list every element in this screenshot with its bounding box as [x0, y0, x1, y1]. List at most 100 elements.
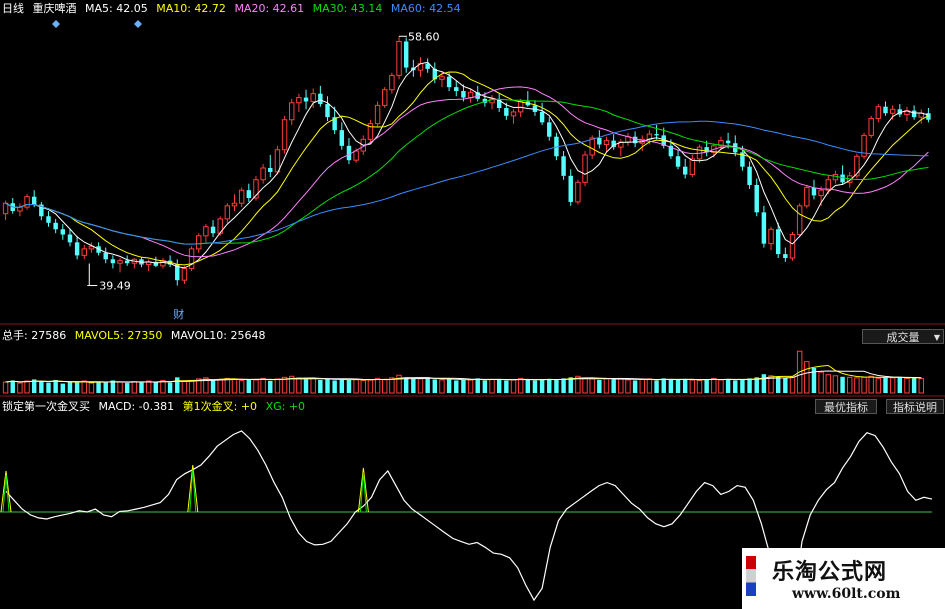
- volume-bar-down: [496, 378, 502, 393]
- candle-down: [547, 122, 552, 137]
- candle-up: [517, 100, 524, 113]
- candle-down: [246, 190, 252, 198]
- candle-down: [53, 222, 58, 230]
- volume-bar-down: [532, 380, 538, 393]
- candle-down: [60, 229, 66, 235]
- finance-marker: 财: [173, 307, 184, 321]
- ma20-line: [5, 86, 929, 258]
- candle-up: [768, 228, 774, 245]
- volume-bar-down: [411, 378, 416, 393]
- volume-bar-down: [96, 381, 101, 393]
- candle-up: [274, 149, 281, 173]
- volume-bar-down: [525, 379, 531, 393]
- volume-bar-down: [632, 380, 638, 393]
- volume-bar-up: [603, 378, 610, 394]
- volume-bar-down: [775, 376, 781, 393]
- candle-up: [382, 89, 388, 106]
- candle-up: [789, 234, 796, 259]
- volume-bar-up: [510, 379, 517, 394]
- volume-bar-down: [547, 378, 552, 393]
- volume-bar-up: [918, 378, 924, 394]
- volume-bar-down: [897, 376, 903, 393]
- volume-bar-up: [224, 377, 231, 394]
- candle-up: [203, 226, 209, 237]
- volume-bar-down: [153, 382, 159, 393]
- candle-up: [181, 267, 188, 281]
- candle-up: [396, 40, 402, 76]
- candle-up: [238, 189, 245, 204]
- candle-down: [268, 168, 273, 172]
- ma30-line: [5, 98, 929, 245]
- candle-up: [510, 111, 517, 117]
- volume-bar-down: [454, 380, 459, 393]
- watermark: 乐淘公式网 www.60lt.com: [742, 548, 945, 609]
- volume-bar-up: [260, 377, 266, 394]
- candle-down: [568, 175, 573, 202]
- volume-bar-down: [733, 380, 738, 393]
- candle-down: [446, 76, 452, 88]
- volume-bar-up: [310, 377, 316, 394]
- candle-down: [561, 156, 566, 176]
- volume-bar-down: [725, 378, 731, 393]
- volume-bar-down: [67, 382, 73, 393]
- volume-bar-up: [582, 377, 588, 394]
- volume-bar-up: [718, 379, 724, 394]
- volume-bar-down: [46, 382, 51, 393]
- watermark-url: www.60lt.com: [792, 586, 901, 602]
- volume-bar-up: [188, 379, 195, 394]
- candle-up: [796, 205, 803, 236]
- candle-up: [224, 205, 231, 220]
- volume-bar-up: [417, 378, 424, 394]
- volume-bar-down: [103, 382, 108, 393]
- ma60-line: [5, 120, 929, 245]
- volume-bar-down: [504, 380, 509, 393]
- volume-bar-down: [883, 377, 888, 393]
- volume-bar-down: [561, 378, 566, 393]
- candle-down: [783, 254, 788, 258]
- candle-down: [775, 229, 781, 255]
- volume-bar-up: [854, 377, 860, 394]
- volume-bar-down: [597, 379, 602, 393]
- volume-bar-up: [160, 379, 166, 394]
- candle-down: [74, 242, 80, 256]
- candle-down: [454, 87, 459, 92]
- volume-bar-down: [668, 379, 674, 393]
- volume-bar-up: [382, 378, 388, 394]
- volume-bar-down: [268, 380, 273, 393]
- volume-bar-up: [818, 371, 824, 394]
- volume-bar-up: [847, 376, 853, 394]
- site-logo: [746, 556, 756, 596]
- candle-down: [461, 91, 466, 98]
- candle-down: [504, 108, 509, 116]
- event-diamond-icon: [52, 20, 60, 28]
- volume-bar-down: [339, 379, 345, 393]
- candle-up: [589, 137, 595, 156]
- volume-bar-up: [711, 377, 717, 394]
- volume-bar-up: [296, 377, 302, 394]
- candle-up: [439, 76, 445, 80]
- candle-up: [374, 104, 381, 125]
- stock-chart[interactable]: 58.60 39.49 财: [0, 0, 945, 609]
- candle-up: [353, 150, 359, 161]
- candle-down: [346, 145, 352, 161]
- candle-down: [539, 111, 545, 123]
- candle-up: [875, 106, 882, 119]
- candle-down: [654, 134, 659, 136]
- volume-bar-down: [461, 379, 466, 393]
- candle-down: [403, 41, 409, 68]
- candle-down: [754, 184, 759, 213]
- volume-bar-down: [39, 381, 44, 393]
- candle-down: [46, 216, 51, 223]
- candle-up: [818, 189, 824, 196]
- volume-pane: [2, 350, 924, 394]
- event-diamond-icon: [134, 20, 142, 28]
- volume-bar-up: [789, 376, 796, 394]
- candle-up: [281, 119, 288, 151]
- volume-bar-up: [467, 379, 474, 394]
- candle-down: [325, 104, 330, 118]
- candle-up: [389, 74, 395, 91]
- volume-bar-down: [425, 377, 430, 393]
- volume-bar-down: [318, 379, 323, 393]
- volume-bar-up: [374, 377, 381, 394]
- candle-down: [682, 166, 688, 175]
